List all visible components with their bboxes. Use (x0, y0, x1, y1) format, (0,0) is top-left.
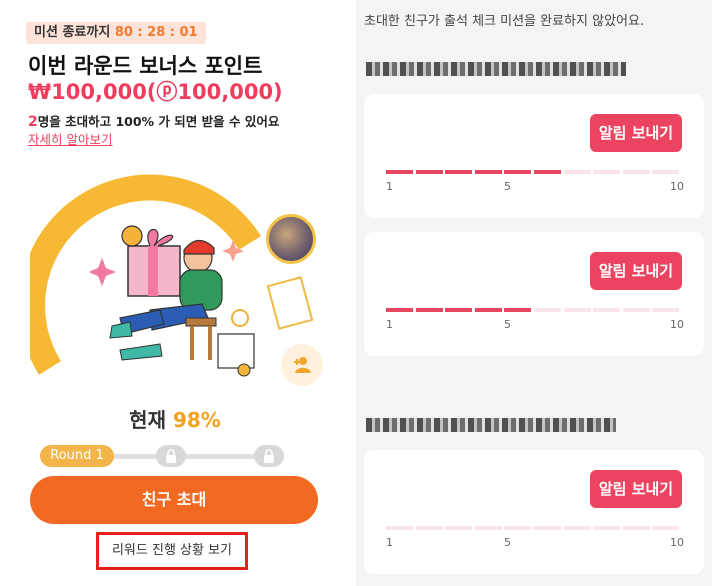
friend-card: 알림 보내기 1 5 10 (364, 232, 704, 356)
attendance-segment (534, 308, 561, 312)
tick-label: 5 (504, 536, 511, 549)
attendance-segment (593, 170, 621, 174)
attendance-segment (445, 170, 473, 174)
attendance-segment (622, 308, 650, 312)
current-progress: 현재 98% (0, 404, 350, 433)
attendance-segment (622, 170, 650, 174)
progress-value: 98% (172, 408, 221, 432)
attendance-segment (504, 526, 532, 530)
invite-count: 2 (28, 114, 38, 130)
invite-friend-button[interactable]: 친구 초대 (30, 476, 318, 524)
lock-icon (156, 445, 186, 467)
attendance-segment (652, 526, 680, 530)
friend-card: 알림 보내기 1 5 10 (364, 450, 704, 574)
friends-panel: 초대한 친구가 출석 체크 미션을 완료하지 않았어요. 알림 보내기 1 5 … (356, 0, 712, 586)
learn-more-link[interactable]: 자세히 알아보기 (28, 129, 112, 148)
attendance-segment (534, 170, 561, 174)
friend-name-blurred (366, 418, 616, 432)
attendance-segment (504, 170, 532, 174)
attendance-segment (445, 308, 473, 312)
mission-description: 2명을 초대하고 100% 가 되면 받을 수 있어요 (28, 111, 279, 130)
attendance-track (386, 526, 682, 530)
attendance-segment (563, 308, 591, 312)
attendance-segment (534, 526, 561, 530)
add-user-icon (294, 357, 311, 373)
attendance-segment (652, 308, 680, 312)
attendance-track (386, 308, 682, 312)
attendance-segment (504, 308, 532, 312)
friend-card: 알림 보내기 1 5 10 (364, 94, 704, 218)
attendance-segment (652, 170, 680, 174)
attendance-segment (474, 170, 502, 174)
attendance-segment (593, 308, 621, 312)
friend-name-blurred (366, 62, 626, 76)
lock-icon (254, 445, 284, 467)
round-1-badge: Round 1 (40, 445, 114, 467)
attendance-segment (593, 526, 621, 530)
attendance-segment (415, 308, 443, 312)
tick-label: 5 (504, 318, 511, 331)
tick-label: 10 (670, 536, 684, 549)
attendance-segment (622, 526, 650, 530)
attendance-segment (386, 526, 413, 530)
tick-label: 5 (504, 180, 511, 193)
envelope-illustration (266, 276, 314, 330)
attendance-segment (563, 170, 591, 174)
mission-timer: 미션 종료까지 80 : 28 : 01 (26, 22, 206, 44)
tick-label: 1 (386, 180, 393, 193)
friend-avatar (266, 214, 316, 264)
tick-label: 1 (386, 536, 393, 549)
attendance-track (386, 170, 682, 174)
incomplete-notice: 초대한 친구가 출석 체크 미션을 완료하지 않았어요. (364, 14, 645, 29)
send-notification-button[interactable]: 알림 보내기 (590, 470, 682, 508)
timer-value: 80 : 28 : 01 (114, 25, 198, 40)
attendance-segment (445, 526, 473, 530)
round-tracker: Round 1 (40, 445, 290, 467)
attendance-segment (474, 308, 502, 312)
attendance-segment (563, 526, 591, 530)
attendance-segment (386, 170, 413, 174)
add-user-button[interactable] (281, 344, 323, 386)
attendance-segment (415, 170, 443, 174)
attendance-segment (415, 526, 443, 530)
progress-label: 현재 (129, 408, 166, 432)
reward-status-link[interactable]: 리워드 진행 상황 보기 (96, 532, 248, 570)
mission-panel: 미션 종료까지 80 : 28 : 01 이번 라운드 보너스 포인트 ₩100… (0, 0, 350, 586)
tick-label: 10 (670, 318, 684, 331)
bonus-amount: ₩100,000(ⓟ100,000) (28, 80, 283, 104)
tick-label: 10 (670, 180, 684, 193)
attendance-segment (386, 308, 413, 312)
description-text: 명을 초대하고 100% 가 되면 받을 수 있어요 (37, 114, 280, 129)
timer-label: 미션 종료까지 (34, 25, 111, 40)
attendance-segment (474, 526, 502, 530)
send-notification-button[interactable]: 알림 보내기 (590, 114, 682, 152)
send-notification-button[interactable]: 알림 보내기 (590, 252, 682, 290)
tick-label: 1 (386, 318, 393, 331)
gift-character-illustration (90, 225, 255, 377)
